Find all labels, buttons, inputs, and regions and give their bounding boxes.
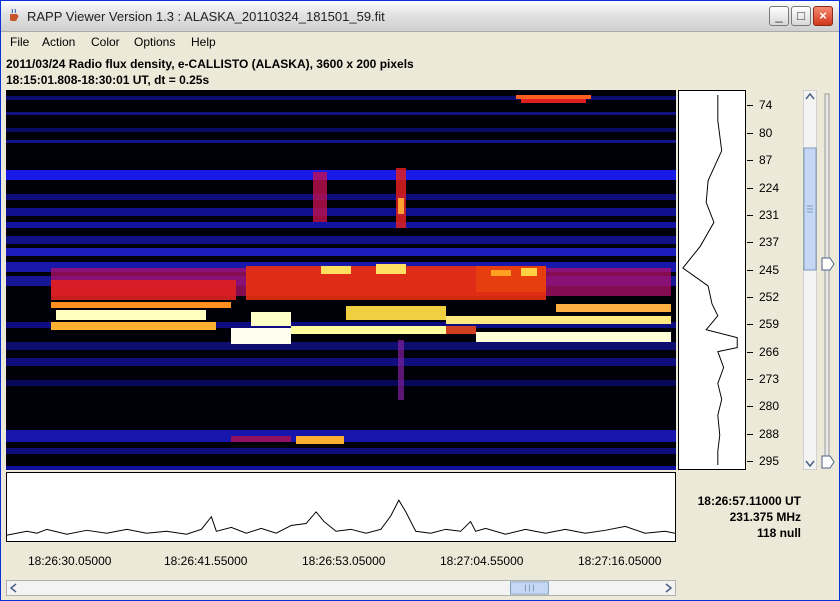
time-scrollbar[interactable] bbox=[6, 580, 676, 596]
freq-tick bbox=[747, 133, 753, 134]
time-label: 18:26:30.05000 bbox=[28, 554, 112, 568]
freq-tick bbox=[747, 160, 753, 161]
light-curve-plot bbox=[6, 472, 676, 542]
freq-tick bbox=[747, 188, 753, 189]
freq-tick bbox=[747, 379, 753, 380]
cursor-time-readout: 18:26:57.11000 UT bbox=[697, 494, 801, 508]
freq-label: 80 bbox=[759, 126, 773, 140]
cursor-frequency-readout: 231.375 MHz bbox=[729, 510, 801, 524]
arrow-left-icon[interactable] bbox=[9, 583, 17, 593]
freq-tick bbox=[747, 461, 753, 462]
arrow-down-icon[interactable] bbox=[805, 460, 815, 468]
freq-label: 87 bbox=[759, 153, 773, 167]
menu-file[interactable]: File bbox=[10, 35, 29, 49]
freq-tick bbox=[747, 406, 753, 407]
freq-label: 224 bbox=[759, 181, 780, 195]
freq-label: 273 bbox=[759, 372, 780, 386]
freq-tick bbox=[747, 105, 753, 106]
menu-bar: File Action Color Options Help bbox=[1, 32, 839, 52]
freq-tick bbox=[747, 352, 753, 353]
minimize-button[interactable]: _ bbox=[769, 6, 789, 26]
freq-tick bbox=[747, 324, 753, 325]
freq-label: 237 bbox=[759, 235, 780, 249]
triangle-marker-icon[interactable] bbox=[821, 257, 835, 271]
freq-tick bbox=[747, 297, 753, 298]
time-range-info: 18:15:01.808-18:30:01 UT, dt = 0.25s bbox=[6, 73, 210, 87]
freq-label: 266 bbox=[759, 345, 780, 359]
freq-label: 259 bbox=[759, 317, 780, 331]
time-label: 18:26:53.05000 bbox=[302, 554, 386, 568]
title-bar[interactable]: RAPP Viewer Version 1.3 : ALASKA_2011032… bbox=[1, 1, 839, 32]
cursor-value-readout: 118 null bbox=[756, 526, 801, 540]
menu-color[interactable]: Color bbox=[91, 35, 120, 49]
freq-tick bbox=[747, 270, 753, 271]
freq-label: 295 bbox=[759, 454, 780, 468]
freq-label: 280 bbox=[759, 399, 780, 413]
frequency-axis: 74 80 87 224 231 237 245 252 259 266 273… bbox=[747, 90, 797, 470]
window-title: RAPP Viewer Version 1.3 : ALASKA_2011032… bbox=[27, 9, 385, 24]
freq-tick bbox=[747, 215, 753, 216]
freq-label: 231 bbox=[759, 208, 780, 222]
close-button[interactable]: × bbox=[813, 6, 833, 26]
observation-info: 2011/03/24 Radio flux density, e-CALLIST… bbox=[6, 57, 414, 71]
freq-label: 288 bbox=[759, 427, 780, 441]
spectrogram-plot[interactable] bbox=[6, 90, 676, 470]
triangle-marker-icon[interactable] bbox=[821, 455, 835, 469]
java-cup-icon bbox=[10, 8, 19, 21]
arrow-up-icon[interactable] bbox=[805, 92, 815, 100]
time-axis: 18:26:30.05000 18:26:41.55000 18:26:53.0… bbox=[6, 542, 676, 572]
freq-label: 245 bbox=[759, 263, 780, 277]
time-label: 18:27:16.05000 bbox=[578, 554, 662, 568]
app-window: RAPP Viewer Version 1.3 : ALASKA_2011032… bbox=[0, 0, 840, 601]
menu-help[interactable]: Help bbox=[191, 35, 216, 49]
maximize-button[interactable]: □ bbox=[791, 6, 811, 26]
time-label: 18:26:41.55000 bbox=[164, 554, 248, 568]
frequency-scrollbar[interactable] bbox=[803, 90, 817, 470]
time-label: 18:27:04.55000 bbox=[440, 554, 524, 568]
menu-action[interactable]: Action bbox=[42, 35, 75, 49]
frequency-range-slider[interactable] bbox=[821, 90, 837, 470]
menu-options[interactable]: Options bbox=[134, 35, 175, 49]
freq-label: 74 bbox=[759, 98, 773, 112]
arrow-right-icon[interactable] bbox=[665, 583, 673, 593]
freq-label: 252 bbox=[759, 290, 780, 304]
freq-tick bbox=[747, 242, 753, 243]
frequency-profile-plot bbox=[678, 90, 746, 470]
freq-tick bbox=[747, 434, 753, 435]
